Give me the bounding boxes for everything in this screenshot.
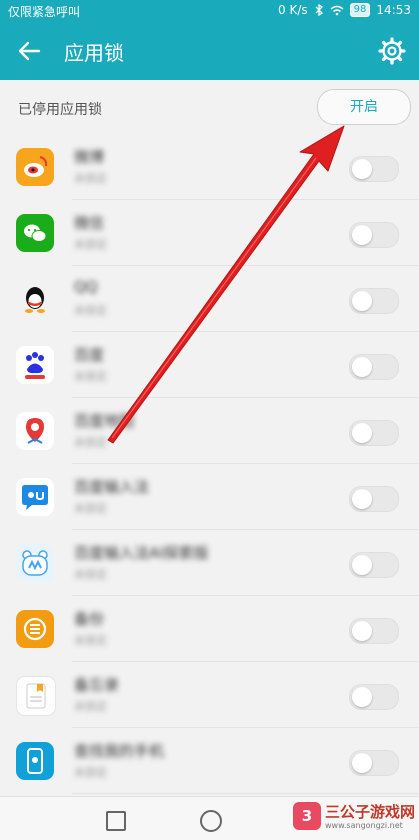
annotation-arrow (107, 125, 345, 444)
annotation-arrow-highlight (111, 157, 317, 439)
